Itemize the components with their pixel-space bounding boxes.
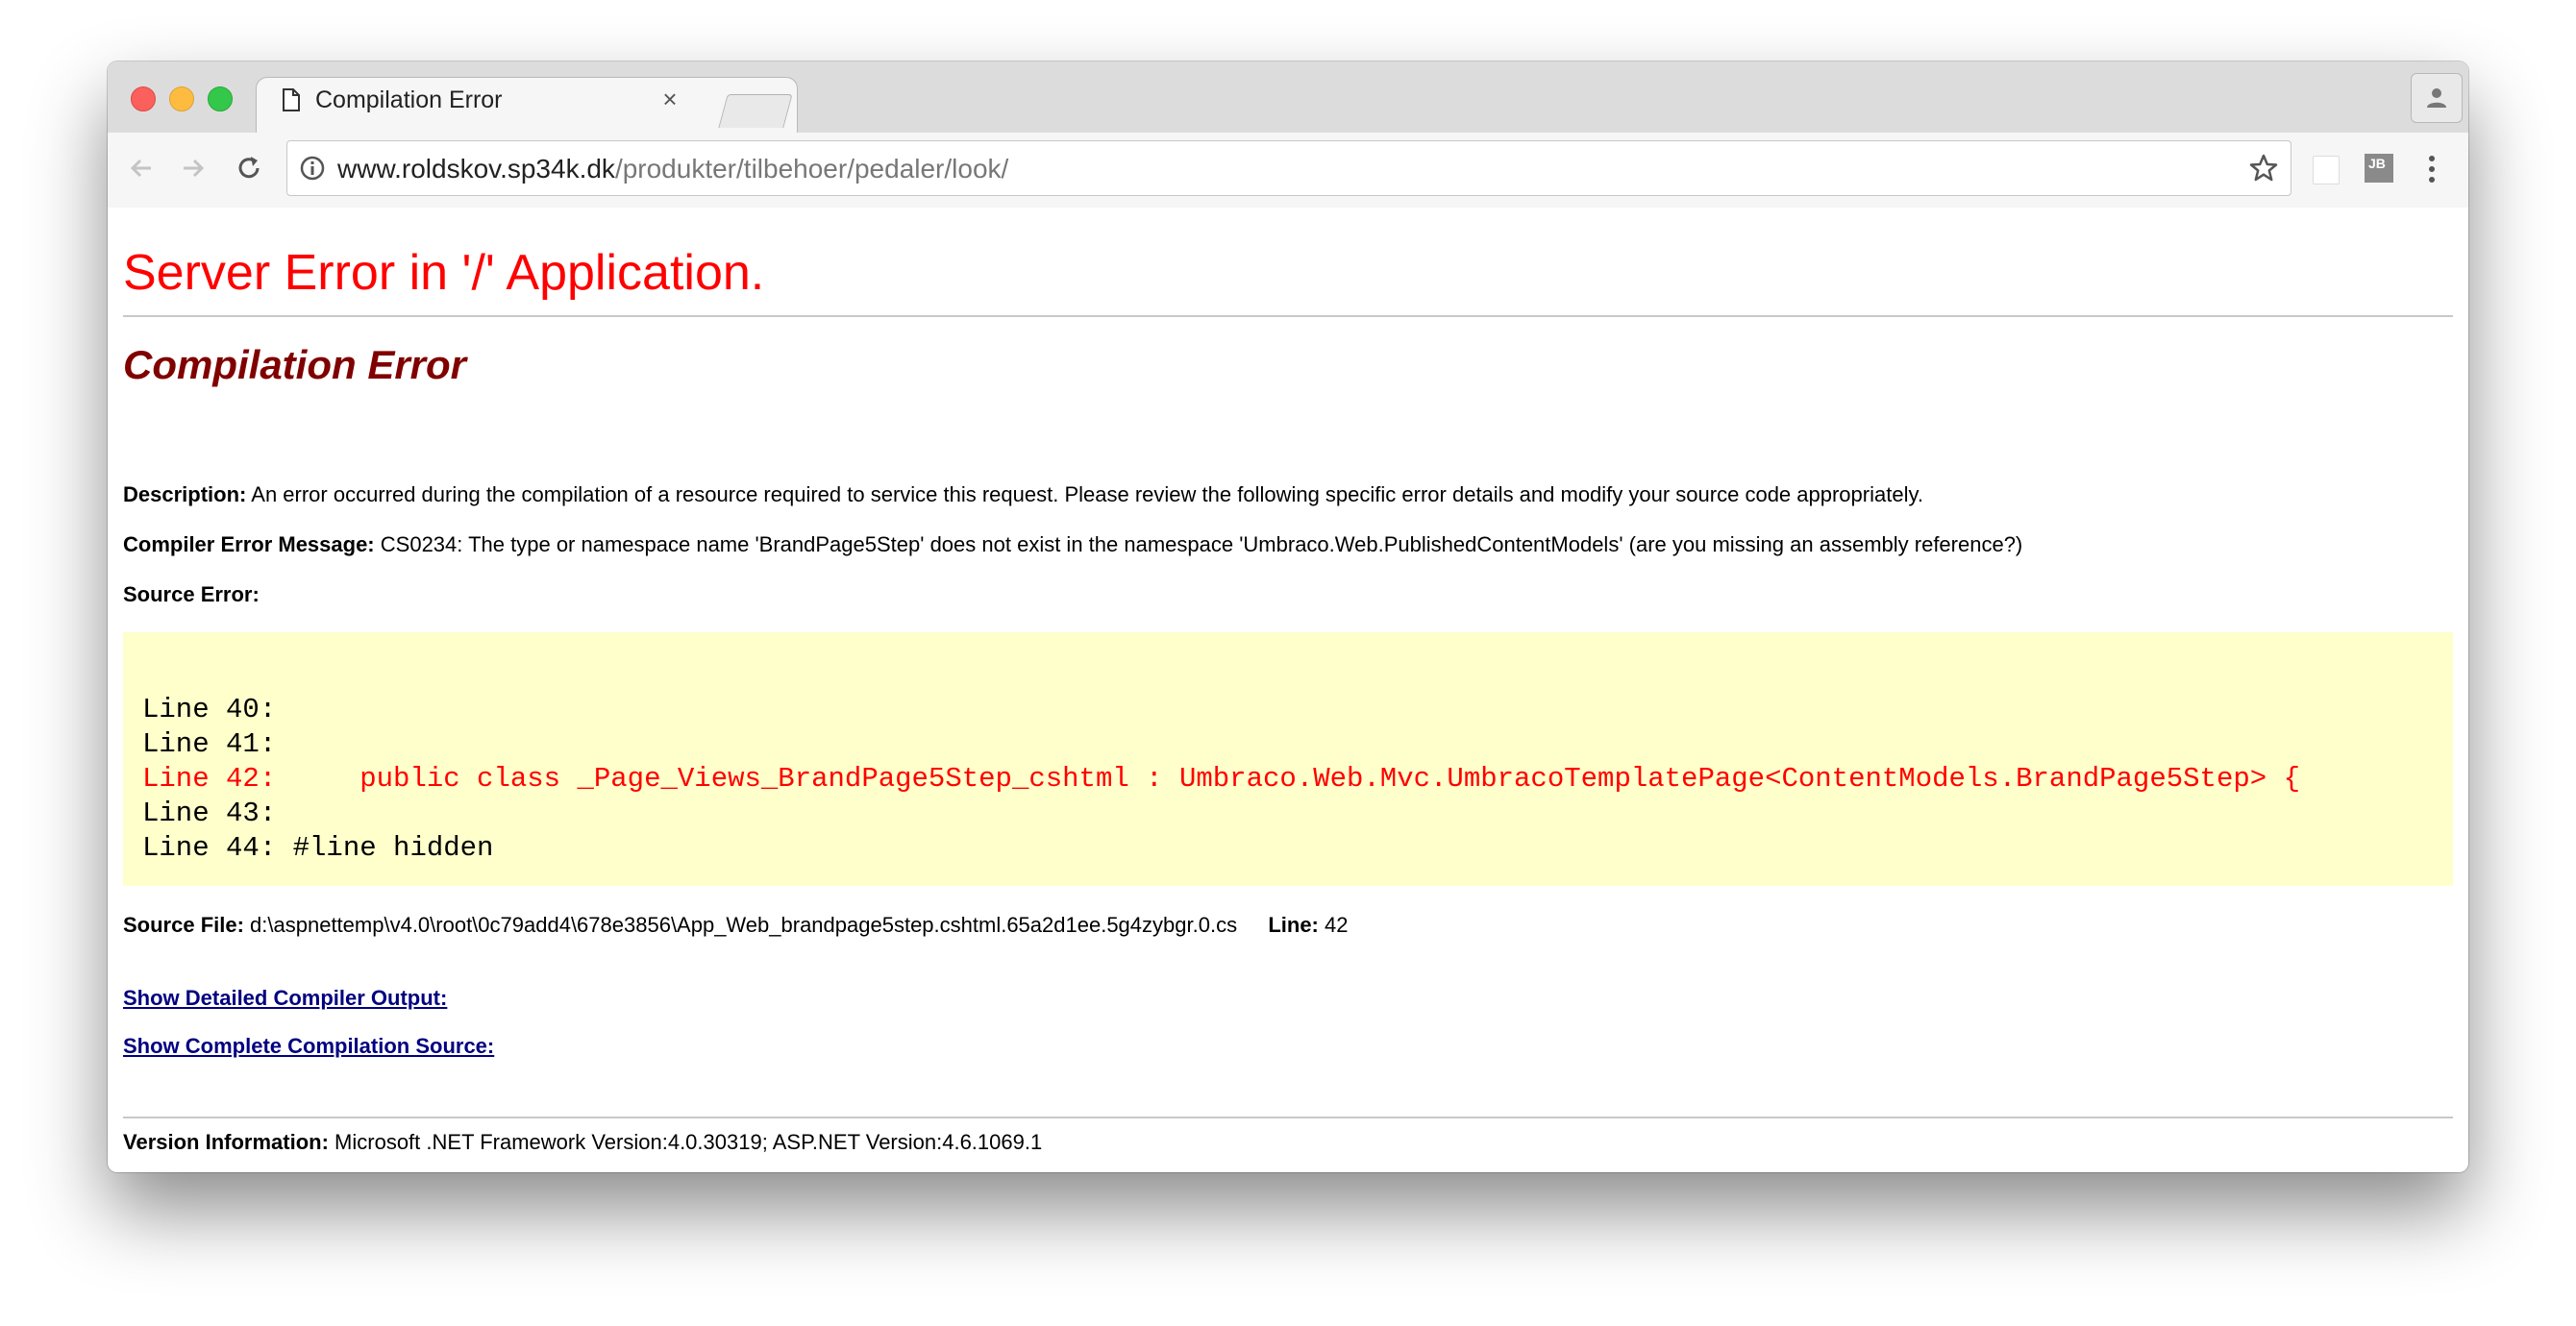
divider bbox=[123, 315, 2453, 317]
profile-button[interactable] bbox=[2411, 73, 2463, 123]
show-detailed-compiler-output-link[interactable]: Show Detailed Compiler Output: bbox=[123, 986, 447, 1011]
info-icon[interactable] bbox=[299, 155, 326, 182]
code-line: Line 44: #line hidden bbox=[142, 832, 494, 864]
compiler-message-line: Compiler Error Message: CS0234: The type… bbox=[123, 532, 2022, 557]
description-line: Description: An error occurred during th… bbox=[123, 482, 1923, 507]
code-line: Line 41: bbox=[142, 728, 277, 760]
source-error-line: Source Error: bbox=[123, 582, 260, 607]
toolbar: www.roldskov.sp34k.dk/produkter/tilbehoe… bbox=[108, 133, 2468, 209]
page-content: Server Error in '/' Application. Compila… bbox=[108, 208, 2468, 1172]
version-info-line: Version Information: Microsoft .NET Fram… bbox=[123, 1130, 1042, 1155]
url-path: /produkter/tilbehoer/pedaler/look/ bbox=[614, 154, 1009, 184]
extension-blank-icon[interactable] bbox=[2313, 156, 2340, 184]
line-label: Line: bbox=[1268, 913, 1319, 937]
profile-icon bbox=[2427, 88, 2446, 108]
compiler-message-label: Compiler Error Message: bbox=[123, 532, 375, 556]
back-icon[interactable] bbox=[125, 152, 158, 184]
version-info-label: Version Information: bbox=[123, 1130, 329, 1154]
star-icon[interactable] bbox=[2248, 153, 2279, 184]
jetbrains-icon[interactable]: JB bbox=[2365, 154, 2393, 183]
page-title: Server Error in '/' Application. bbox=[123, 245, 765, 301]
show-complete-compilation-source-link[interactable]: Show Complete Compilation Source: bbox=[123, 1034, 494, 1059]
url-text[interactable]: www.roldskov.sp34k.dk/produkter/tilbehoe… bbox=[337, 154, 1008, 184]
menu-icon[interactable] bbox=[2426, 154, 2438, 184]
forward-icon[interactable] bbox=[177, 152, 210, 184]
minimize-window-button[interactable] bbox=[169, 86, 194, 111]
source-file-label: Source File: bbox=[123, 913, 244, 937]
jetbrains-label: JB bbox=[2368, 156, 2386, 171]
tab-strip: Compilation Error × bbox=[108, 61, 2468, 135]
version-info-text: Microsoft .NET Framework Version:4.0.303… bbox=[334, 1130, 1043, 1154]
line-number: 42 bbox=[1325, 913, 1349, 937]
source-file-path: d:\aspnettemp\v4.0\root\0c79add4\678e385… bbox=[250, 913, 1238, 937]
reload-icon[interactable] bbox=[233, 152, 265, 184]
description-label: Description: bbox=[123, 482, 247, 506]
description-text: An error occurred during the compilation… bbox=[251, 482, 1923, 506]
address-bar[interactable]: www.roldskov.sp34k.dk/produkter/tilbehoe… bbox=[286, 140, 2291, 196]
code-line: Line 40: bbox=[142, 694, 277, 725]
tab-title: Compilation Error bbox=[315, 86, 503, 113]
browser-window: Compilation Error × www.roldskov.sp34k.d… bbox=[108, 61, 2468, 1172]
source-code-box: Line 40: Line 41: Line 42: public class … bbox=[123, 632, 2453, 886]
url-host: www.roldskov.sp34k.dk bbox=[337, 154, 615, 184]
tab-close-icon[interactable]: × bbox=[656, 85, 684, 113]
error-subtitle: Compilation Error bbox=[123, 342, 467, 387]
close-window-button[interactable] bbox=[131, 86, 156, 111]
new-tab-button[interactable] bbox=[718, 94, 793, 128]
code-line: Line 43: bbox=[142, 798, 277, 829]
compiler-message-text: CS0234: The type or namespace name 'Bran… bbox=[380, 532, 2023, 556]
divider bbox=[123, 1117, 2453, 1118]
document-icon bbox=[283, 88, 300, 111]
zoom-window-button[interactable] bbox=[208, 86, 233, 111]
code-line-error: Line 42: public class _Page_Views_BrandP… bbox=[142, 763, 2300, 795]
source-file-line: Source File: d:\aspnettemp\v4.0\root\0c7… bbox=[123, 913, 1349, 938]
source-error-label: Source Error: bbox=[123, 582, 260, 606]
